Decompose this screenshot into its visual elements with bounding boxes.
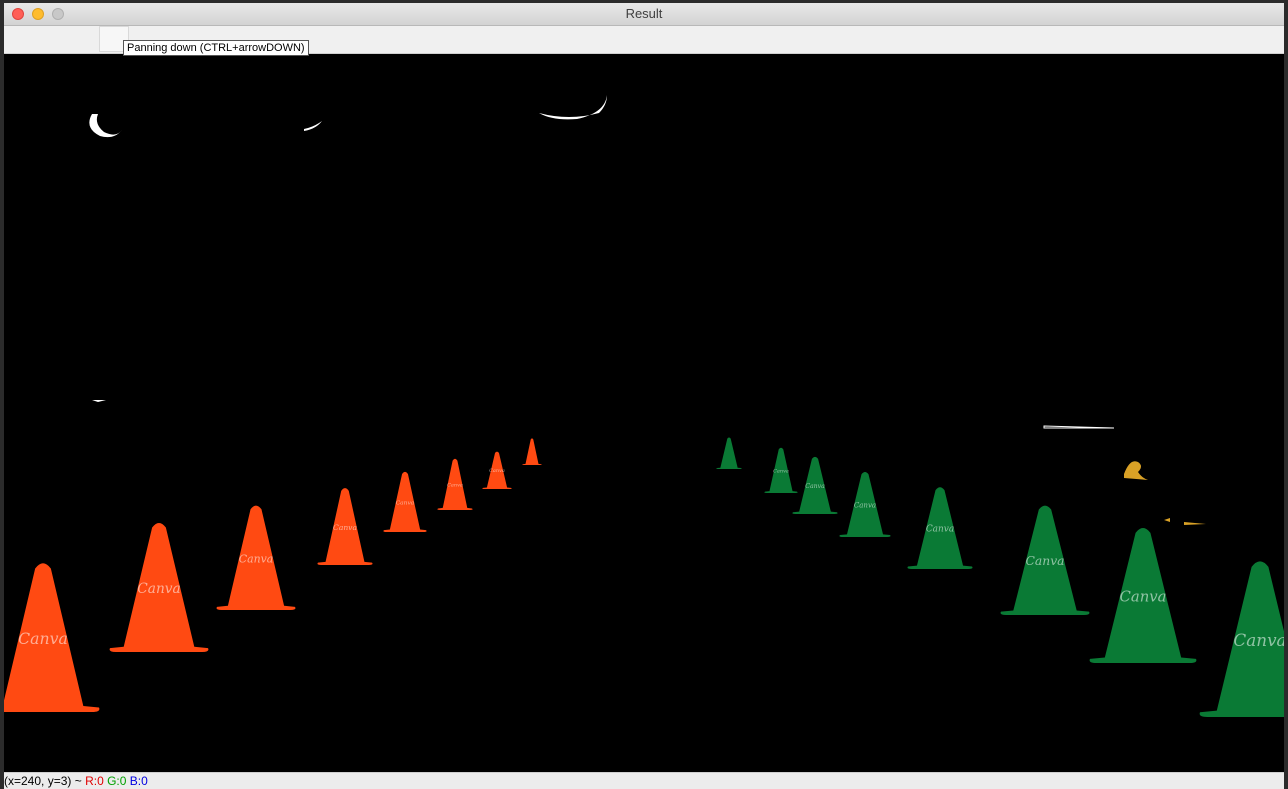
tooltip: Panning down (CTRL+arrowDOWN) [123, 40, 309, 56]
noise-fragment [92, 400, 106, 402]
green-cone: Canva [1089, 528, 1197, 663]
status-bar: (x=240, y=3) ~ R:0 G:0 B:0 [4, 772, 1284, 789]
cone-watermark-text: Canva [137, 581, 180, 597]
cone-watermark-text: Canva [18, 629, 68, 648]
cone-watermark-text: Canva [926, 525, 954, 535]
orange-cone: Canva [317, 488, 373, 565]
image-canvas[interactable]: Canva Canva Canva Canva Canva Canva Canva Canva… [4, 54, 1284, 772]
green-cone: Canva [839, 471, 891, 537]
window-title: Result [625, 6, 663, 21]
green-cone: Canva [1199, 561, 1284, 717]
status-green-value: G:0 [107, 774, 127, 788]
cone-watermark-text: Canva [447, 483, 463, 489]
green-cone: Canva [792, 456, 838, 514]
noise-fragment [89, 114, 122, 138]
green-cone: Canva [1000, 505, 1090, 615]
orange-cone: Canva [437, 458, 473, 510]
green-cone: Canva [907, 487, 973, 569]
orange-cone: Canva [482, 451, 512, 489]
noise-fragment [539, 95, 607, 120]
cone-watermark-text: Canva [396, 501, 415, 507]
status-red-value: R:0 [85, 774, 104, 788]
cone-watermark-text: Canva [333, 523, 357, 532]
cone-watermark-text: Canva [773, 468, 789, 474]
cone-watermark-text: Canva [489, 468, 505, 474]
result-image: Canva Canva Canva Canva Canva Canva Canva Canva… [4, 95, 1284, 717]
cone-watermark-text: Canva [1233, 630, 1284, 650]
noise-fragment [304, 121, 322, 131]
orange-cone: Canva [109, 522, 209, 652]
cone-watermark-text: Canva [239, 552, 274, 565]
noise-fragment [1164, 518, 1170, 522]
green-cone: Canva [764, 447, 798, 493]
cone-watermark-text: Canva [854, 501, 876, 509]
result-window: Result Canva Canva Canva Canva Canva Canva Can… [4, 3, 1284, 789]
cone-watermark-text: Canva [1120, 588, 1167, 605]
orange-cone: Canva [4, 563, 100, 712]
orange-cone: Canva [216, 505, 296, 610]
orange-cone [522, 438, 542, 465]
noise-fragment [1124, 461, 1148, 480]
status-blue-value: B:0 [129, 774, 148, 788]
green-cone [716, 437, 742, 469]
orange-cone: Canva [383, 471, 427, 532]
cone-watermark-text: Canva [1026, 554, 1065, 568]
cone-watermark-text: Canva [805, 483, 825, 490]
noise-fragment [1043, 425, 1115, 429]
noise-fragment [1184, 522, 1206, 525]
status-coords: (x=240, y=3) ~ [4, 774, 82, 788]
title-bar[interactable]: Result [4, 3, 1284, 26]
